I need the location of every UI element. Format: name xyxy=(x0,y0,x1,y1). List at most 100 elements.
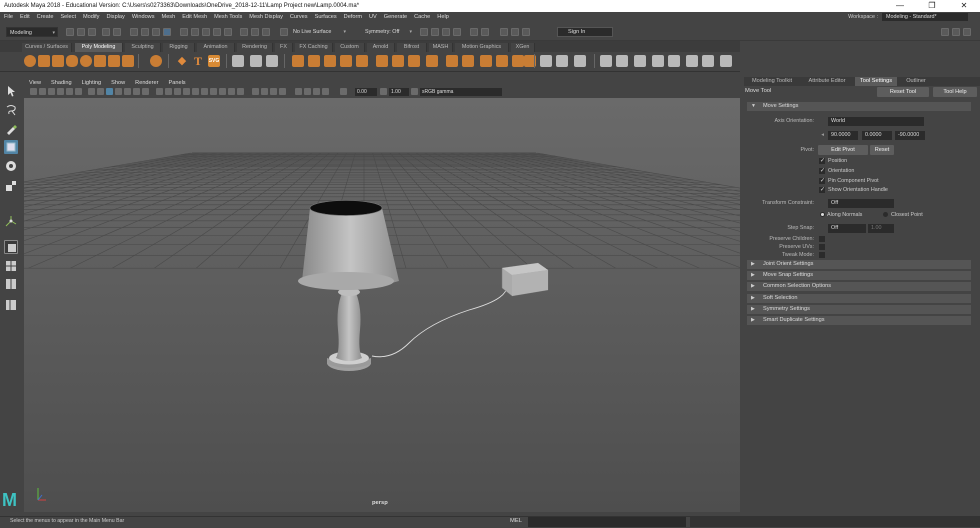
uv-editor-icon[interactable] xyxy=(574,55,586,67)
output-ops-icon[interactable] xyxy=(251,28,259,36)
poly-sphere-icon[interactable] xyxy=(24,55,36,67)
preserve-uvs-checkbox[interactable] xyxy=(819,244,825,250)
shelf-tab-sculpting[interactable]: Sculpting xyxy=(125,43,161,52)
toggle-panel-icon[interactable] xyxy=(522,28,530,36)
boolean-difference-icon[interactable] xyxy=(308,55,320,67)
bridge-icon[interactable] xyxy=(392,55,404,67)
input-ops-icon[interactable] xyxy=(240,28,248,36)
color-management-icon[interactable] xyxy=(411,88,418,95)
hypershade-icon[interactable] xyxy=(453,28,461,36)
render-view-icon[interactable] xyxy=(470,28,478,36)
menu-create[interactable]: Create xyxy=(37,14,54,20)
menuset-dropdown[interactable]: Modeling xyxy=(6,27,58,38)
shelf-tab-xgen[interactable]: XGen xyxy=(511,43,535,52)
new-scene-icon[interactable] xyxy=(66,28,74,36)
toggle-panel-icon[interactable] xyxy=(500,28,508,36)
sweep-mesh-icon[interactable]: ◆ xyxy=(176,55,188,67)
poly-cone-icon[interactable] xyxy=(66,55,78,67)
perspective-viewport[interactable] xyxy=(24,98,740,512)
shelf-tab-animation[interactable]: Animation xyxy=(197,43,235,52)
text-tool-icon[interactable]: T xyxy=(192,55,204,67)
boolean-intersection-icon[interactable] xyxy=(324,55,336,67)
select-border-icon[interactable] xyxy=(634,55,646,67)
field-chart-icon[interactable] xyxy=(124,88,131,95)
axis-orientation-dropdown[interactable]: World xyxy=(828,117,924,126)
append-to-polygon-icon[interactable] xyxy=(426,55,438,67)
resolution-gate-icon[interactable] xyxy=(106,88,113,95)
two-d-pan-zoom-icon[interactable] xyxy=(66,88,73,95)
gamma-field[interactable]: 1.00 xyxy=(389,88,409,96)
menu-select[interactable]: Select xyxy=(60,14,76,20)
show-orientation-handle-checkbox[interactable]: ✓ xyxy=(819,187,825,193)
select-edge-loop-icon[interactable] xyxy=(600,55,612,67)
close-button[interactable]: ✕ xyxy=(948,0,980,12)
automatic-mapping-icon[interactable] xyxy=(556,55,568,67)
grow-selection-icon[interactable] xyxy=(668,55,680,67)
textured-icon[interactable] xyxy=(183,88,190,95)
xray-joints-icon[interactable] xyxy=(270,88,277,95)
hdr-icon[interactable] xyxy=(322,88,329,95)
shrink-selection-icon[interactable] xyxy=(686,55,698,67)
minimize-button[interactable]: — xyxy=(884,0,916,12)
channel-box-icon[interactable] xyxy=(963,28,971,36)
section-move-snap-settings[interactable]: Move Snap Settings xyxy=(747,271,971,280)
bookmarks-icon[interactable] xyxy=(48,88,55,95)
menu-cache[interactable]: Cache xyxy=(414,14,430,20)
open-scene-icon[interactable] xyxy=(77,28,85,36)
pin-component-pivot-checkbox[interactable]: ✓ xyxy=(819,178,825,184)
ipr-render-icon[interactable] xyxy=(431,28,439,36)
combine-icon[interactable] xyxy=(232,55,244,67)
tab-modeling-toolkit[interactable]: Modeling Toolkit xyxy=(745,77,799,86)
view-transform-dropdown[interactable]: sRGB gamma xyxy=(420,88,502,96)
isolate-select-icon[interactable] xyxy=(252,88,259,95)
symmetry-select-icon[interactable] xyxy=(720,55,732,67)
gate-mask-icon[interactable] xyxy=(115,88,122,95)
smooth-shade-icon[interactable] xyxy=(165,88,172,95)
menu-curves[interactable]: Curves xyxy=(290,14,308,20)
snap-point-icon[interactable] xyxy=(202,28,210,36)
planar-mapping-icon[interactable] xyxy=(540,55,552,67)
connect-icon[interactable] xyxy=(496,55,508,67)
toggle-panel-icon[interactable] xyxy=(511,28,519,36)
section-soft-selection[interactable]: Soft Selection xyxy=(747,294,971,303)
step-snap-dropdown[interactable]: Off xyxy=(828,224,866,233)
bevel-icon[interactable] xyxy=(408,55,420,67)
tab-tool-settings[interactable]: Tool Settings xyxy=(855,77,897,86)
redo-icon[interactable] xyxy=(113,28,121,36)
lasso-tool-icon[interactable] xyxy=(4,103,18,117)
make-live-icon[interactable] xyxy=(224,28,232,36)
along-normals-radio[interactable] xyxy=(820,212,825,217)
reset-tool-button[interactable]: Reset Tool xyxy=(877,87,929,97)
mel-command-input[interactable] xyxy=(528,517,686,527)
section-smart-duplicate-settings[interactable]: Smart Duplicate Settings xyxy=(747,316,971,325)
select-shell-icon[interactable] xyxy=(652,55,664,67)
soft-select-icon[interactable] xyxy=(702,55,714,67)
tweak-mode-checkbox[interactable] xyxy=(819,252,825,258)
camera-icon[interactable] xyxy=(295,88,302,95)
transform-constraint-dropdown[interactable]: Off xyxy=(828,199,894,208)
poly-cube-icon[interactable] xyxy=(38,55,50,67)
modeling-toolkit-icon[interactable] xyxy=(941,28,949,36)
move-tool-icon[interactable] xyxy=(4,140,18,154)
outliner-layout-icon[interactable] xyxy=(4,298,18,312)
select-camera-icon[interactable] xyxy=(30,88,37,95)
orientation-checkbox[interactable]: ✓ xyxy=(819,168,825,174)
closest-point-radio[interactable] xyxy=(883,212,888,217)
menu-mesh[interactable]: Mesh xyxy=(162,14,176,20)
exposure-toggle-icon[interactable] xyxy=(340,88,347,95)
super-shape-icon[interactable] xyxy=(150,55,162,67)
gamma-toggle-icon[interactable] xyxy=(380,88,387,95)
section-symmetry-settings[interactable]: Symmetry Settings xyxy=(747,305,971,314)
poly-disc-icon[interactable] xyxy=(108,55,120,67)
svg-tool-icon[interactable]: SVG xyxy=(208,55,220,67)
screen-space-ao-icon[interactable] xyxy=(210,88,217,95)
viewport-menu-renderer[interactable]: Renderer xyxy=(135,80,158,86)
shelf-tab-curves-surfaces[interactable]: Curves / Surfaces xyxy=(22,43,72,52)
viewport-menu-panels[interactable]: Panels xyxy=(169,80,186,86)
exposure-icon[interactable] xyxy=(304,88,311,95)
wireframe-on-shaded-icon[interactable] xyxy=(174,88,181,95)
mel-label[interactable]: MEL xyxy=(510,518,522,524)
construction-history-icon[interactable] xyxy=(262,28,270,36)
shelf-tab-rendering[interactable]: Rendering xyxy=(237,43,273,52)
safe-title-icon[interactable] xyxy=(142,88,149,95)
